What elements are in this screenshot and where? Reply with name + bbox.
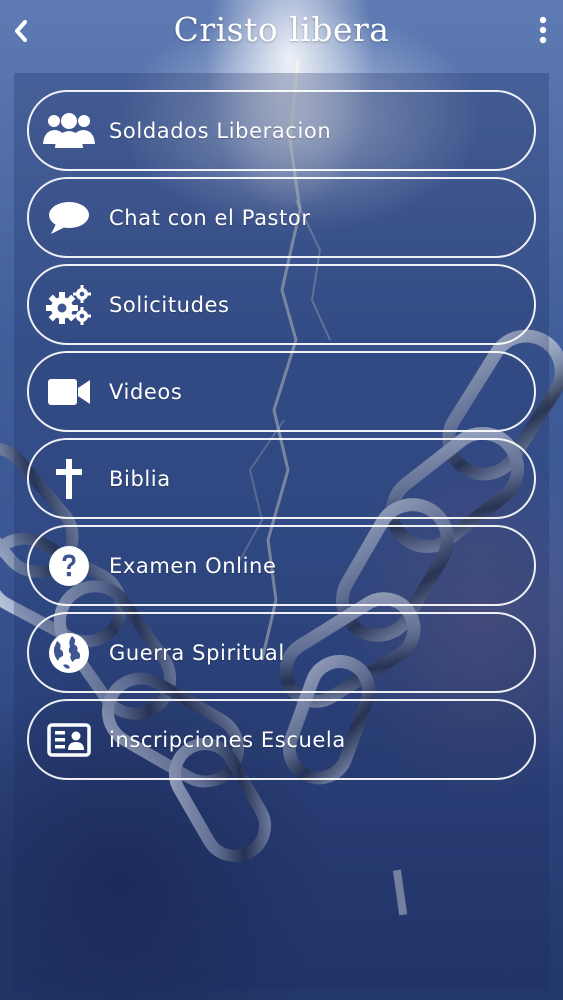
menu-item-solicitudes[interactable]: Solicitudes [27,264,536,345]
overflow-menu-button[interactable] [533,12,553,48]
chat-bubble-icon [49,201,89,234]
menu-item-label: Biblia [109,466,171,491]
users-icon [43,112,95,148]
menu-item-label: Chat con el Pastor [109,205,311,230]
gears-icon [46,284,91,325]
menu-item-guerra-spiritual[interactable]: Guerra Spiritual [27,612,536,693]
video-camera-icon [48,378,90,405]
menu-item-label: Soldados Liberacion [109,118,332,143]
page-title: Cristo libera [173,10,390,49]
menu-item-soldados-liberacion[interactable]: Soldados Liberacion [27,90,536,171]
main-menu: Soldados Liberacion Chat con el Pastor S… [27,90,536,786]
app-header: Cristo libera [0,0,563,62]
menu-item-inscripciones-escuela[interactable]: inscripciones Escuela [27,699,536,780]
menu-item-label: Solicitudes [109,292,230,317]
menu-item-label: inscripciones Escuela [109,727,346,752]
menu-item-label: Examen Online [109,553,277,578]
question-circle-icon [49,545,89,586]
id-card-icon [47,722,91,757]
more-vertical-icon [539,16,547,44]
menu-item-chat-con-el-pastor[interactable]: Chat con el Pastor [27,177,536,258]
menu-item-label: Videos [109,379,183,404]
cross-icon [56,458,82,499]
menu-item-biblia[interactable]: Biblia [27,438,536,519]
menu-item-label: Guerra Spiritual [109,640,285,665]
menu-item-examen-online[interactable]: Examen Online [27,525,536,606]
menu-item-videos[interactable]: Videos [27,351,536,432]
globe-icon [49,632,89,673]
